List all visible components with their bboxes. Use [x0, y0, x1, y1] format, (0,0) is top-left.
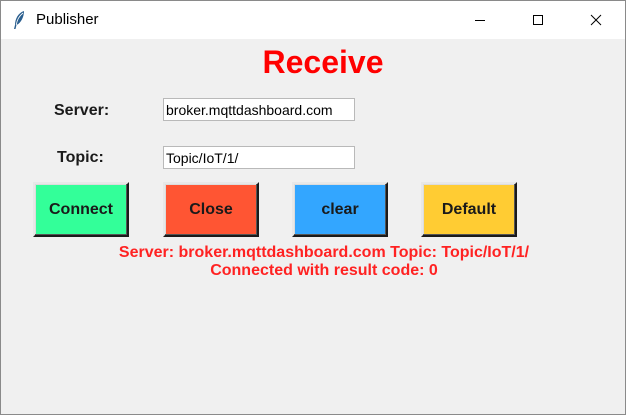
page-heading: Receive	[262, 44, 384, 80]
minimize-icon	[474, 14, 486, 26]
publisher-window: Publisher Receive Server: Topic: Connect…	[0, 0, 626, 415]
connect-button[interactable]: Connect	[33, 182, 129, 237]
maximize-button[interactable]	[509, 1, 567, 39]
minimize-button[interactable]	[451, 1, 509, 39]
close-window-button[interactable]	[567, 1, 625, 39]
default-button[interactable]: Default	[421, 182, 517, 237]
status-connection: Connected with result code: 0	[210, 262, 438, 279]
server-label: Server:	[54, 102, 110, 119]
topic-label: Topic:	[57, 149, 104, 166]
server-input[interactable]	[163, 98, 355, 121]
clear-button[interactable]: clear	[292, 182, 388, 237]
window-title: Publisher	[36, 11, 99, 28]
topic-input[interactable]	[163, 146, 355, 169]
title-bar[interactable]: Publisher	[1, 1, 625, 39]
maximize-icon	[532, 14, 544, 26]
status-server-topic: Server: broker.mqttdashboard.com Topic: …	[118, 244, 530, 261]
feather-icon	[12, 10, 26, 30]
close-icon	[590, 14, 602, 26]
close-button[interactable]: Close	[163, 182, 259, 237]
